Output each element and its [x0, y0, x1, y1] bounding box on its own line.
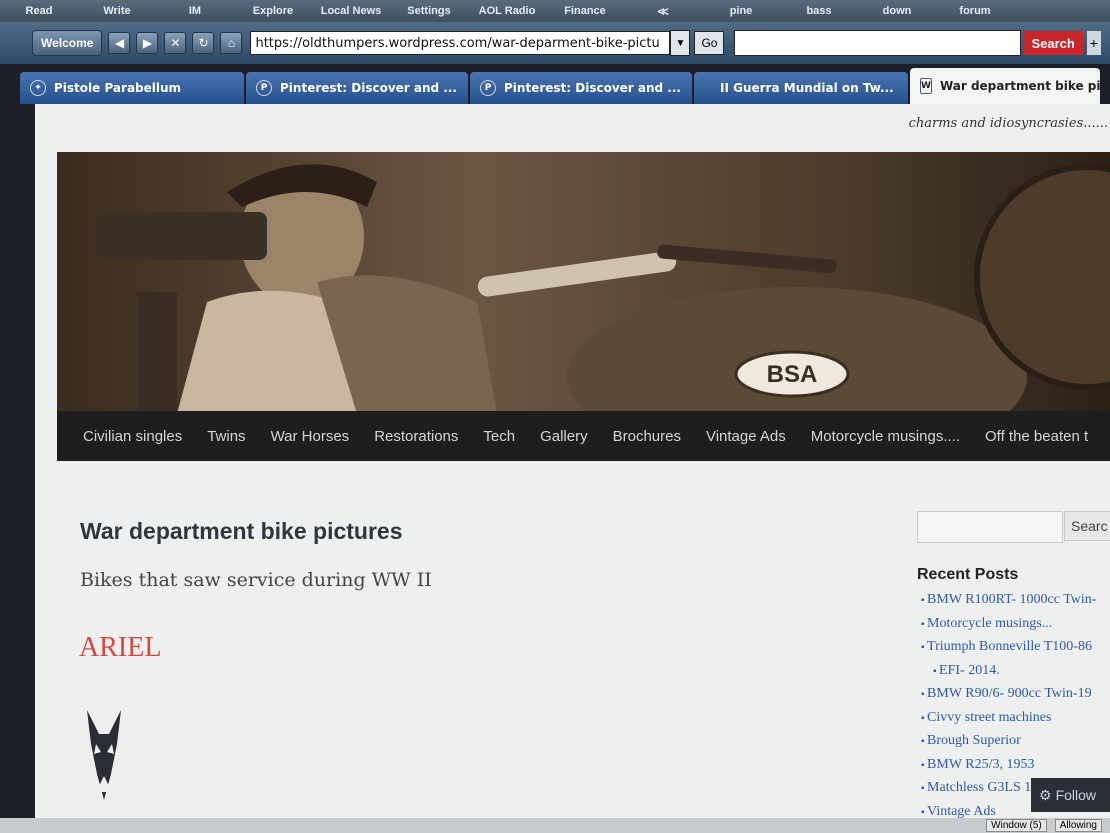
wordpress-icon: W — [920, 78, 932, 94]
address-bar[interactable]: https://oldthumpers.wordpress.com/war-de… — [250, 31, 671, 55]
recent-posts-heading: Recent Posts — [917, 566, 1019, 583]
recent-post-link[interactable]: Civvy street machines — [921, 707, 1110, 731]
toolbar-finance[interactable]: Finance — [546, 5, 624, 17]
section-heading-ariel: ARIEL — [79, 632, 162, 663]
toolbar-read[interactable]: Read — [0, 5, 78, 17]
menu-restorations[interactable]: Restorations — [374, 428, 458, 445]
tab-label: II Guerra Mundial on Tw... — [720, 81, 894, 95]
browser-search-button[interactable]: Search — [1023, 31, 1083, 55]
menu-tech[interactable]: Tech — [483, 428, 515, 445]
ariel-horse-logo — [81, 704, 127, 808]
welcome-button[interactable]: Welcome — [32, 30, 103, 56]
toolbar-bass[interactable]: bass — [780, 5, 858, 17]
tab-pinterest-1[interactable]: P Pinterest: Discover and ... — [246, 72, 468, 104]
toolbar-im[interactable]: IM — [156, 5, 234, 17]
tab-strip: ✦ Pistole Parabellum P Pinterest: Discov… — [20, 66, 1110, 104]
site-tagline: charms and idiosyncrasies...... — [908, 116, 1108, 131]
tab-label: Pistole Parabellum — [54, 81, 182, 95]
reload-icon[interactable]: ↻ — [192, 32, 215, 54]
recent-post-link[interactable]: BMW R25/3, 1953 — [921, 754, 1110, 778]
menu-twins[interactable]: Twins — [207, 428, 245, 445]
toolbar-down[interactable]: down — [858, 5, 936, 17]
tab-label: War department bike pi... — [939, 79, 1100, 93]
recent-post-link[interactable]: Motorcycle musings... — [921, 613, 1110, 637]
toolbar-explore[interactable]: Explore — [234, 5, 312, 17]
recent-post-link[interactable]: Brough Superior — [921, 730, 1110, 754]
menu-motorcycle-musings[interactable]: Motorcycle musings.... — [811, 428, 960, 445]
recent-post-link[interactable]: Triumph Bonneville T100-86 — [921, 636, 1110, 660]
menu-gallery[interactable]: Gallery — [540, 428, 588, 445]
header-photo: BSA — [57, 152, 1110, 414]
recent-post-link[interactable]: BMW R90/6- 900cc Twin-19 — [921, 683, 1110, 707]
home-icon[interactable]: ⌂ — [220, 32, 243, 54]
site-menu: Civilian singles Twins War Horses Restor… — [57, 411, 1110, 461]
address-dropdown-icon[interactable]: ▼ — [670, 30, 691, 56]
browser-search-input[interactable] — [734, 30, 1022, 56]
back-icon[interactable]: ◀ — [108, 32, 131, 54]
menu-off-the-beaten-track[interactable]: Off the beaten t — [985, 428, 1088, 445]
sidebar-search-button[interactable]: Searc — [1064, 511, 1110, 541]
forward-icon[interactable]: ▶ — [136, 32, 159, 54]
toolbar-collapse[interactable]: ≪ — [624, 5, 702, 18]
sidebar-search-input[interactable] — [917, 511, 1063, 543]
recent-post-link-continued[interactable]: EFI- 2014. — [921, 660, 1110, 684]
pinterest-icon: P — [256, 80, 272, 96]
menu-war-horses[interactable]: War Horses — [271, 428, 350, 445]
tab-war-department[interactable]: W War department bike pi... — [910, 68, 1100, 104]
top-toolbar: Read Write IM Explore Local News Setting… — [0, 0, 1110, 22]
tab-pinterest-2[interactable]: P Pinterest: Discover and ... — [470, 72, 692, 104]
follow-label: Follow — [1055, 787, 1097, 803]
gear-icon: ⚙ — [1039, 786, 1052, 803]
menu-brochures[interactable]: Brochures — [613, 428, 681, 445]
post-subtitle: Bikes that saw service during WW II — [80, 569, 432, 591]
stop-icon[interactable]: ✕ — [164, 32, 187, 54]
navigation-bar: Welcome ◀ ▶ ✕ ↻ ⌂ https://oldthumpers.wo… — [0, 22, 1110, 64]
allowing-indicator: Allowing — [1054, 819, 1102, 832]
post-title: War department bike pictures — [80, 518, 403, 544]
toolbar-forum[interactable]: forum — [936, 5, 1014, 17]
follow-button[interactable]: ⚙ Follow — [1031, 778, 1110, 812]
tab-label: Pinterest: Discover and ... — [280, 81, 457, 95]
window-count-button[interactable]: Window (5) — [986, 819, 1047, 832]
menu-civilian-singles[interactable]: Civilian singles — [83, 428, 182, 445]
toolbar-settings[interactable]: Settings — [390, 5, 468, 17]
pinterest-icon: P — [480, 80, 496, 96]
toolbar-aol-radio[interactable]: AOL Radio — [468, 5, 546, 17]
web-page: charms and idiosyncrasies...... BSA Civi… — [35, 104, 1110, 824]
tab-label: Pinterest: Discover and ... — [504, 81, 681, 95]
tab-ii-guerra-mundial[interactable]: II Guerra Mundial on Tw... — [694, 72, 908, 104]
tab-pistole-parabellum[interactable]: ✦ Pistole Parabellum — [20, 72, 244, 104]
toolbar-write[interactable]: Write — [78, 5, 156, 17]
header-image: BSA — [57, 152, 1110, 414]
page-icon: ✦ — [30, 80, 46, 96]
bsa-badge: BSA — [767, 361, 818, 388]
toolbar-pine[interactable]: pine — [702, 5, 780, 17]
status-bar: Window (5) Allowing — [0, 818, 1110, 833]
recent-post-link[interactable]: BMW R100RT- 1000cc Twin- — [921, 589, 1110, 613]
go-button[interactable]: Go — [694, 31, 725, 55]
menu-vintage-ads[interactable]: Vintage Ads — [706, 428, 786, 445]
toolbar-local-news[interactable]: Local News — [312, 5, 390, 17]
add-tab-button[interactable]: + — [1086, 31, 1101, 55]
